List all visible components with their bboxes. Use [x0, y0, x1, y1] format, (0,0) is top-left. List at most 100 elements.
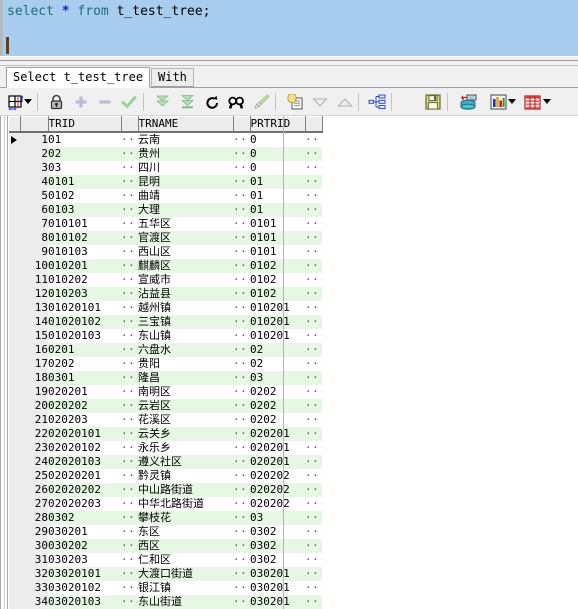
table-row[interactable]: 2602020202···中山路街道···020202···: [9, 483, 322, 497]
cell-trid[interactable]: 0201: [48, 343, 121, 357]
cell-trname-ellipsis-button[interactable]: ···: [233, 259, 250, 273]
cell-trname-ellipsis-button[interactable]: ···: [233, 469, 250, 483]
row-indicator[interactable]: [9, 567, 20, 581]
cell-prtrid-ellipsis-button[interactable]: ···: [305, 469, 322, 483]
cell-trname-ellipsis-button[interactable]: ···: [233, 413, 250, 427]
row-indicator[interactable]: [9, 287, 20, 301]
cell-trname[interactable]: 云关乡: [138, 427, 233, 441]
row-indicator[interactable]: [9, 203, 20, 217]
cell-trid[interactable]: 0102: [48, 189, 121, 203]
cell-trid-ellipsis-button[interactable]: ···: [121, 469, 138, 483]
cell-trname[interactable]: 东山街道: [138, 595, 233, 609]
cell-trid-ellipsis-button[interactable]: ···: [121, 595, 138, 609]
tab-select-t-test-tree[interactable]: Select t_test_tree: [6, 67, 151, 88]
cell-trname[interactable]: 东区: [138, 525, 233, 539]
cell-trname[interactable]: 五华区: [138, 217, 233, 231]
cell-prtrid-ellipsis-button[interactable]: ···: [305, 581, 322, 595]
table-row[interactable]: 11010202···宣威市···0102···: [9, 273, 322, 287]
cell-trid-ellipsis-button[interactable]: ···: [121, 357, 138, 371]
cell-prtrid-ellipsis-button[interactable]: ···: [305, 315, 322, 329]
table-row[interactable]: 12010203···沾益县···0102···: [9, 287, 322, 301]
cell-prtrid-ellipsis-button[interactable]: ···: [305, 371, 322, 385]
cell-prtrid[interactable]: 01: [250, 203, 305, 217]
cell-trname[interactable]: 沾益县: [138, 287, 233, 301]
cell-trid[interactable]: 030202: [48, 539, 121, 553]
cell-trid[interactable]: 01: [48, 132, 121, 147]
cell-trname-ellipsis-button[interactable]: ···: [233, 371, 250, 385]
cell-prtrid-ellipsis-button[interactable]: ···: [305, 245, 322, 259]
table-row[interactable]: 303···四川···0···: [9, 161, 322, 175]
cell-prtrid-ellipsis-button[interactable]: ···: [305, 427, 322, 441]
cell-prtrid[interactable]: 01: [250, 175, 305, 189]
row-indicator[interactable]: [9, 343, 20, 357]
cell-trid[interactable]: 02020102: [48, 441, 121, 455]
cell-trid[interactable]: 02020202: [48, 483, 121, 497]
table-row[interactable]: 1401020102···三宝镇···010201···: [9, 315, 322, 329]
database-export-icon[interactable]: [457, 91, 479, 113]
cell-trid[interactable]: 01020101: [48, 301, 121, 315]
cell-trname-ellipsis-button[interactable]: ···: [233, 427, 250, 441]
table-row[interactable]: 160201···六盘水···02···: [9, 343, 322, 357]
table-row[interactable]: 202···贵州···0···: [9, 147, 322, 161]
cell-trname[interactable]: 昆明: [138, 175, 233, 189]
cell-trname-ellipsis-button[interactable]: ···: [233, 245, 250, 259]
cell-trid[interactable]: 020201: [48, 385, 121, 399]
cell-trid[interactable]: 0202: [48, 357, 121, 371]
cell-trid[interactable]: 010203: [48, 287, 121, 301]
cell-prtrid[interactable]: 0202: [250, 413, 305, 427]
cell-trid-ellipsis-button[interactable]: ···: [121, 511, 138, 525]
row-indicator[interactable]: [9, 455, 20, 469]
cell-trid-ellipsis-button[interactable]: ···: [121, 287, 138, 301]
cell-trid[interactable]: 020203: [48, 413, 121, 427]
cell-trid-ellipsis-button[interactable]: ···: [121, 147, 138, 161]
cell-trname[interactable]: 银江镇: [138, 581, 233, 595]
cell-trid-ellipsis-button[interactable]: ···: [121, 483, 138, 497]
cell-trid-ellipsis-button[interactable]: ···: [121, 497, 138, 511]
row-indicator[interactable]: [9, 259, 20, 273]
table-row[interactable]: 10010201···麒麟区···0102···: [9, 259, 322, 273]
cell-prtrid[interactable]: 0102: [250, 259, 305, 273]
cell-prtrid-ellipsis-button[interactable]: ···: [305, 301, 322, 315]
cell-trname-ellipsis-button[interactable]: ···: [233, 511, 250, 525]
cell-prtrid[interactable]: 01: [250, 189, 305, 203]
cell-prtrid-ellipsis-button[interactable]: ···: [305, 399, 322, 413]
cell-prtrid[interactable]: 03: [250, 371, 305, 385]
cell-prtrid-ellipsis-button[interactable]: ···: [305, 217, 322, 231]
row-indicator[interactable]: [9, 273, 20, 287]
cell-prtrid-ellipsis-button[interactable]: ···: [305, 567, 322, 581]
cell-trname[interactable]: 贵阳: [138, 357, 233, 371]
row-indicator[interactable]: [9, 511, 20, 525]
cell-prtrid-ellipsis-button[interactable]: ···: [305, 553, 322, 567]
cell-prtrid[interactable]: 0302: [250, 525, 305, 539]
cell-trid[interactable]: 030203: [48, 553, 121, 567]
grid-layout-icon[interactable]: [4, 91, 26, 113]
cell-prtrid-ellipsis-button[interactable]: ···: [305, 203, 322, 217]
hierarchy-icon[interactable]: [366, 91, 388, 113]
cell-trid-ellipsis-button[interactable]: ···: [121, 441, 138, 455]
table-row[interactable]: 2302020102···永乐乡···020201···: [9, 441, 322, 455]
row-indicator[interactable]: [9, 553, 20, 567]
cell-prtrid-ellipsis-button[interactable]: ···: [305, 483, 322, 497]
cell-trid[interactable]: 0103: [48, 203, 121, 217]
cell-trname[interactable]: 永乐乡: [138, 441, 233, 455]
row-indicator[interactable]: [9, 231, 20, 245]
cell-trid-ellipsis-button[interactable]: ···: [121, 231, 138, 245]
cell-trid-ellipsis-button[interactable]: ···: [121, 189, 138, 203]
cell-prtrid[interactable]: 0101: [250, 245, 305, 259]
cell-trid-ellipsis-button[interactable]: ···: [121, 539, 138, 553]
cell-trid-ellipsis-button[interactable]: ···: [121, 329, 138, 343]
cell-trname[interactable]: 中山路街道: [138, 483, 233, 497]
cell-trname[interactable]: 西山区: [138, 245, 233, 259]
cell-trname-ellipsis-button[interactable]: ···: [233, 539, 250, 553]
cell-prtrid[interactable]: 010201: [250, 329, 305, 343]
cell-prtrid[interactable]: 030201: [250, 567, 305, 581]
cell-prtrid[interactable]: 020201: [250, 427, 305, 441]
row-indicator[interactable]: [9, 189, 20, 203]
cell-prtrid[interactable]: 020201: [250, 455, 305, 469]
cell-prtrid-ellipsis-button[interactable]: ···: [305, 441, 322, 455]
row-indicator[interactable]: [9, 301, 20, 315]
lock-icon[interactable]: [45, 91, 67, 113]
sort-asc-icon[interactable]: [334, 91, 356, 113]
cell-prtrid-ellipsis-button[interactable]: ···: [305, 287, 322, 301]
cell-prtrid-ellipsis-button[interactable]: ···: [305, 539, 322, 553]
